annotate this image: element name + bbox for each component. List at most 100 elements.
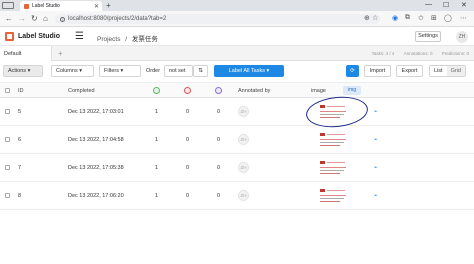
- data-manager-toolbar: Actions ▾ Columns ▾ Filters ▾ Order not …: [0, 61, 474, 81]
- row-checkbox[interactable]: [5, 137, 10, 142]
- order-label: Order: [146, 68, 161, 74]
- back-icon[interactable]: ←: [5, 14, 13, 23]
- app-header: Label Studio ☰ Projects / 发票任务 Settings …: [0, 28, 474, 46]
- breadcrumb: Projects / 发票任务: [97, 33, 158, 43]
- label-studio-logo-icon: [5, 32, 14, 41]
- refresh-icon[interactable]: ⟳: [346, 65, 359, 77]
- chevron-down-icon: ▾: [266, 68, 270, 74]
- audio-wave-icon[interactable]: ⌁: [374, 192, 378, 199]
- brand-name: Label Studio: [18, 33, 60, 40]
- actions-button[interactable]: Actions ▾: [3, 65, 43, 77]
- row-checkbox[interactable]: [5, 165, 10, 170]
- task-id: 7: [18, 165, 22, 171]
- export-button[interactable]: Export: [396, 65, 423, 77]
- predictions-count: Predictions: 0: [441, 51, 469, 56]
- add-tab-button[interactable]: +: [58, 49, 63, 58]
- chrome-icon[interactable]: ◉: [392, 14, 398, 22]
- completed-date: Dec 13 2022, 17:06:20: [68, 193, 124, 199]
- collections-icon[interactable]: ⊞: [431, 14, 437, 22]
- minimize-icon[interactable]: —: [425, 1, 432, 8]
- user-avatar[interactable]: ZH: [456, 31, 468, 43]
- task-id: 8: [18, 193, 22, 199]
- cancelled-count-header-icon[interactable]: [184, 87, 191, 94]
- task-id: 6: [18, 137, 22, 143]
- completed-date: Dec 13 2022, 17:04:58: [68, 137, 124, 143]
- image-thumbnail[interactable]: [318, 159, 348, 177]
- url-field[interactable]: i localhost:8080/projects/2/data?tab=2: [55, 14, 380, 24]
- sort-direction-icon[interactable]: ⇅: [193, 65, 208, 77]
- grid-view-button[interactable]: Grid: [446, 66, 465, 76]
- url-text: localhost:8080/projects/2/data?tab=2: [68, 16, 167, 22]
- favorite-star-icon[interactable]: ☆: [372, 14, 378, 22]
- annotations-count: 1: [155, 109, 159, 115]
- annotations-count-header-icon[interactable]: [153, 87, 160, 94]
- order-select[interactable]: not set: [164, 65, 193, 77]
- table-row[interactable]: 6 Dec 13 2022, 17:04:58 1 0 0 ZH ⌁: [0, 126, 474, 154]
- zoom-icon[interactable]: ⊕: [364, 14, 370, 22]
- column-header-id[interactable]: ID: [18, 88, 24, 94]
- audio-wave-icon[interactable]: ⌁: [374, 164, 378, 171]
- select-all-checkbox[interactable]: [5, 88, 10, 93]
- browser-tab-bar: Label Studio ✕ + — ☐ ✕: [0, 0, 474, 11]
- view-tabs: Default + Tasks: 4 / 4 Annotations: 0 Pr…: [0, 46, 474, 61]
- annotator-avatar: ZH: [238, 106, 249, 117]
- annotations-count: 1: [155, 137, 159, 143]
- browser-tab[interactable]: Label Studio ✕: [20, 1, 102, 11]
- chevron-down-icon: ▾: [79, 68, 82, 74]
- predictions-count-header-icon[interactable]: [215, 87, 222, 94]
- home-icon[interactable]: ⌂: [43, 14, 48, 23]
- more-icon[interactable]: ⋯: [460, 14, 467, 22]
- cancelled-count: 0: [186, 109, 190, 115]
- table-row[interactable]: 7 Dec 13 2022, 17:05:38 1 0 0 ZH ⌁: [0, 154, 474, 182]
- row-checkbox[interactable]: [5, 109, 10, 114]
- tasks-count: Tasks: 4 / 4: [371, 51, 395, 56]
- menu-icon[interactable]: ☰: [75, 31, 84, 42]
- tab-actions-icon[interactable]: [2, 2, 14, 9]
- row-checkbox[interactable]: [5, 193, 10, 198]
- table-header: ID Completed Annotated by image img: [0, 82, 474, 98]
- completed-date: Dec 13 2022, 17:05:38: [68, 165, 124, 171]
- site-info-icon[interactable]: i: [60, 16, 65, 22]
- close-tab-icon[interactable]: ✕: [94, 3, 99, 10]
- label-all-tasks-button[interactable]: Label All Tasks ▾: [214, 65, 284, 77]
- chevron-down-icon: ▾: [120, 68, 124, 74]
- profile-icon[interactable]: ◯: [444, 14, 452, 22]
- task-id: 5: [18, 109, 22, 115]
- image-column-tag: img: [343, 86, 361, 95]
- annotations-count: Annotations: 0: [403, 51, 433, 56]
- extensions-icon[interactable]: ⧉: [405, 14, 410, 22]
- column-header-completed[interactable]: Completed: [68, 88, 95, 94]
- new-tab-icon[interactable]: +: [106, 1, 111, 10]
- cancelled-count: 0: [186, 137, 190, 143]
- filters-label: Filters: [104, 68, 119, 74]
- close-window-icon[interactable]: ✕: [461, 1, 467, 9]
- chevron-down-icon: ▾: [27, 68, 31, 74]
- filters-button[interactable]: Filters ▾: [99, 65, 141, 77]
- column-header-annotated-by[interactable]: Annotated by: [238, 88, 270, 94]
- cancelled-count: 0: [186, 193, 190, 199]
- predictions-count: 0: [217, 109, 221, 115]
- maximize-icon[interactable]: ☐: [443, 1, 449, 9]
- table-row[interactable]: 5 Dec 13 2022, 17:03:01 1 0 0 ZH ⌁: [0, 98, 474, 126]
- reload-icon[interactable]: ↻: [31, 14, 38, 23]
- image-thumbnail[interactable]: [318, 103, 348, 121]
- predictions-count: 0: [217, 137, 221, 143]
- forward-icon[interactable]: →: [18, 14, 26, 23]
- list-view-button[interactable]: List: [430, 66, 447, 76]
- column-header-image[interactable]: image: [311, 88, 326, 94]
- audio-wave-icon[interactable]: ⌁: [374, 136, 378, 143]
- settings-button[interactable]: Settings: [415, 31, 441, 42]
- breadcrumb-current[interactable]: 发票任务: [132, 36, 158, 43]
- columns-button[interactable]: Columns ▾: [51, 65, 94, 77]
- audio-wave-icon[interactable]: ⌁: [374, 108, 378, 115]
- address-bar: ← → ↻ ⌂ i localhost:8080/projects/2/data…: [0, 11, 474, 27]
- image-thumbnail[interactable]: [318, 187, 348, 205]
- tab-default[interactable]: Default: [0, 46, 52, 61]
- image-thumbnail[interactable]: [318, 131, 348, 149]
- table-row[interactable]: 8 Dec 13 2022, 17:06:20 1 0 0 ZH ⌁: [0, 182, 474, 210]
- breadcrumb-projects[interactable]: Projects: [97, 36, 120, 43]
- favorites-icon[interactable]: ✩: [418, 14, 424, 22]
- label-studio-favicon-icon: [24, 3, 29, 9]
- actions-label: Actions: [8, 68, 27, 74]
- import-button[interactable]: Import: [364, 65, 391, 77]
